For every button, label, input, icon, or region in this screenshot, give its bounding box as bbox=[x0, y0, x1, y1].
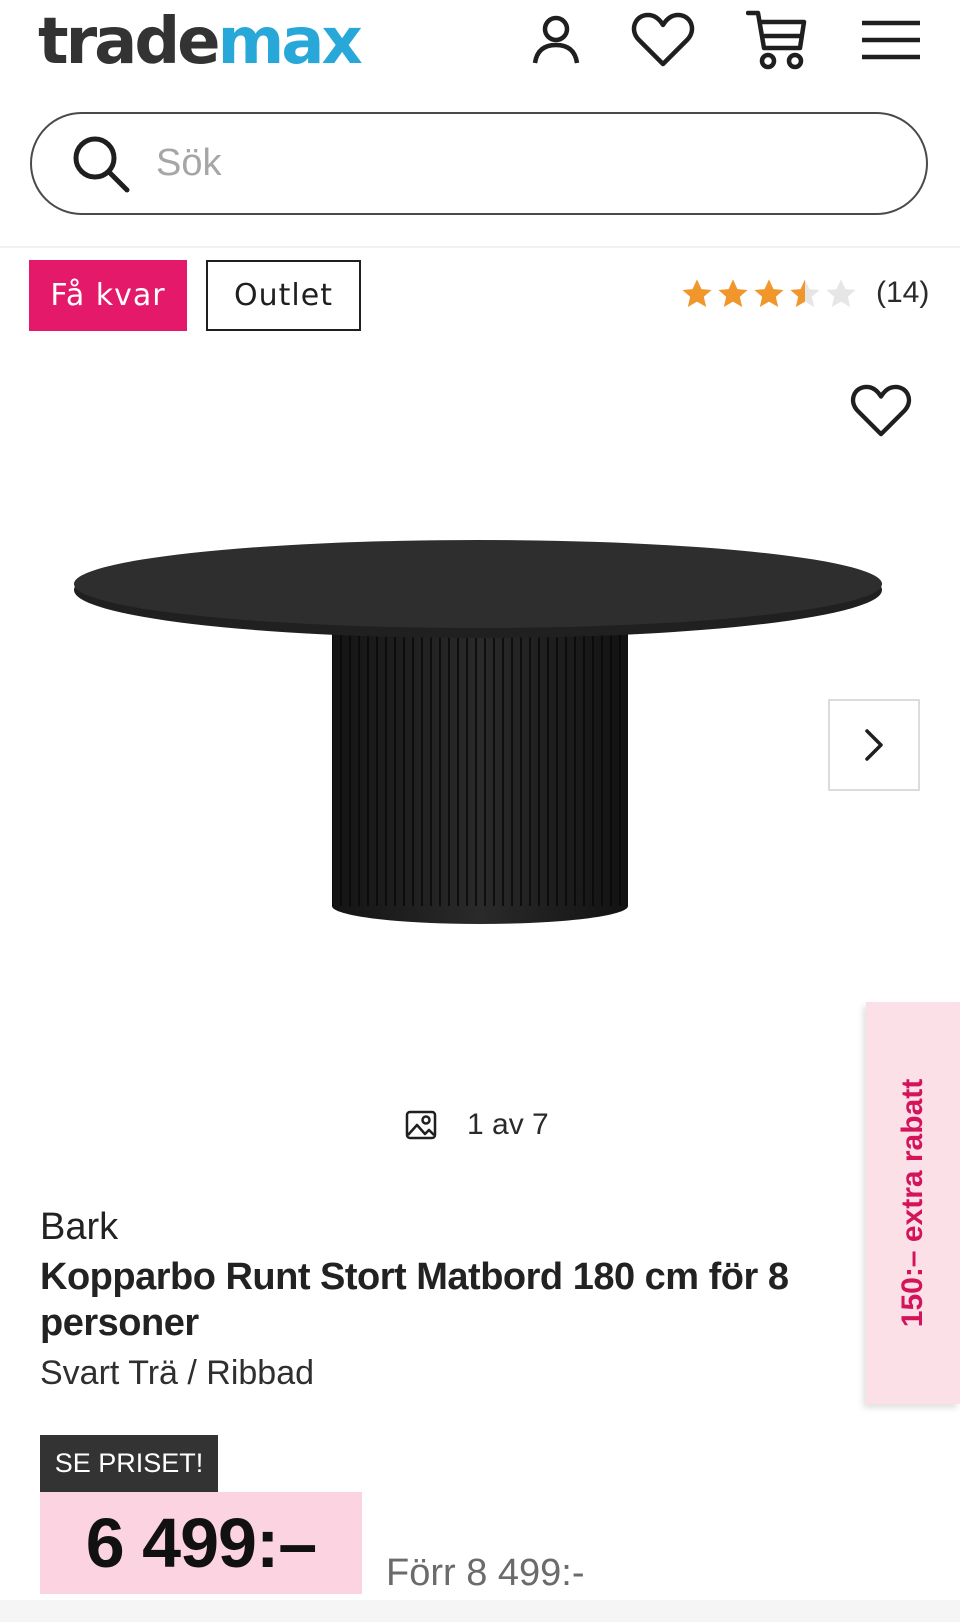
product-variant: Svart Trä / Ribbad bbox=[40, 1354, 315, 1392]
star-full-icon bbox=[754, 279, 784, 307]
extra-discount-label: 150:– extra rabatt bbox=[896, 1078, 929, 1328]
search-input[interactable] bbox=[154, 141, 858, 186]
heart-icon bbox=[850, 384, 912, 437]
add-to-wishlist-button[interactable] bbox=[846, 380, 916, 442]
image-gallery-icon[interactable] bbox=[405, 1110, 437, 1140]
extra-discount-tab[interactable]: 150:– extra rabatt bbox=[866, 1002, 960, 1404]
star-half-icon bbox=[790, 279, 820, 307]
bottom-edge bbox=[0, 1600, 960, 1622]
menu-button[interactable] bbox=[856, 5, 926, 75]
user-icon bbox=[532, 15, 580, 64]
menu-icon bbox=[862, 20, 920, 60]
next-image-button[interactable] bbox=[828, 699, 920, 791]
product-title: Kopparbo Runt Stort Matbord 180 cm för 8… bbox=[40, 1256, 789, 1344]
few-left-badge: Få kvar bbox=[29, 260, 187, 331]
search-icon[interactable] bbox=[70, 133, 132, 195]
outlet-badge: Outlet bbox=[206, 260, 361, 331]
star-empty-icon bbox=[826, 279, 856, 307]
rating-stars[interactable] bbox=[680, 278, 858, 310]
review-count-link[interactable]: (14) bbox=[876, 276, 929, 310]
heart-icon bbox=[631, 12, 695, 67]
product-brand[interactable]: Bark bbox=[40, 1206, 118, 1249]
wishlist-button[interactable] bbox=[628, 5, 698, 75]
star-full-icon bbox=[718, 279, 748, 307]
search-bar[interactable] bbox=[30, 112, 928, 215]
product-image[interactable] bbox=[70, 540, 890, 960]
price-tag-label: SE PRISET! bbox=[40, 1435, 218, 1492]
current-price: 6 499:– bbox=[40, 1492, 362, 1594]
logo-text-trade: trade bbox=[38, 5, 221, 79]
image-counter: 1 av 7 bbox=[405, 1108, 549, 1142]
image-counter-text: 1 av 7 bbox=[467, 1108, 549, 1141]
logo-text-max: max bbox=[217, 5, 363, 79]
trademax-logo[interactable]: trademax bbox=[38, 2, 363, 82]
chevron-right-icon bbox=[865, 729, 883, 761]
header-divider bbox=[0, 246, 960, 248]
star-full-icon bbox=[682, 279, 712, 307]
account-button[interactable] bbox=[521, 5, 591, 75]
previous-price: Förr 8 499:- bbox=[386, 1552, 585, 1594]
cart-button[interactable] bbox=[742, 5, 812, 75]
cart-icon bbox=[746, 10, 807, 70]
